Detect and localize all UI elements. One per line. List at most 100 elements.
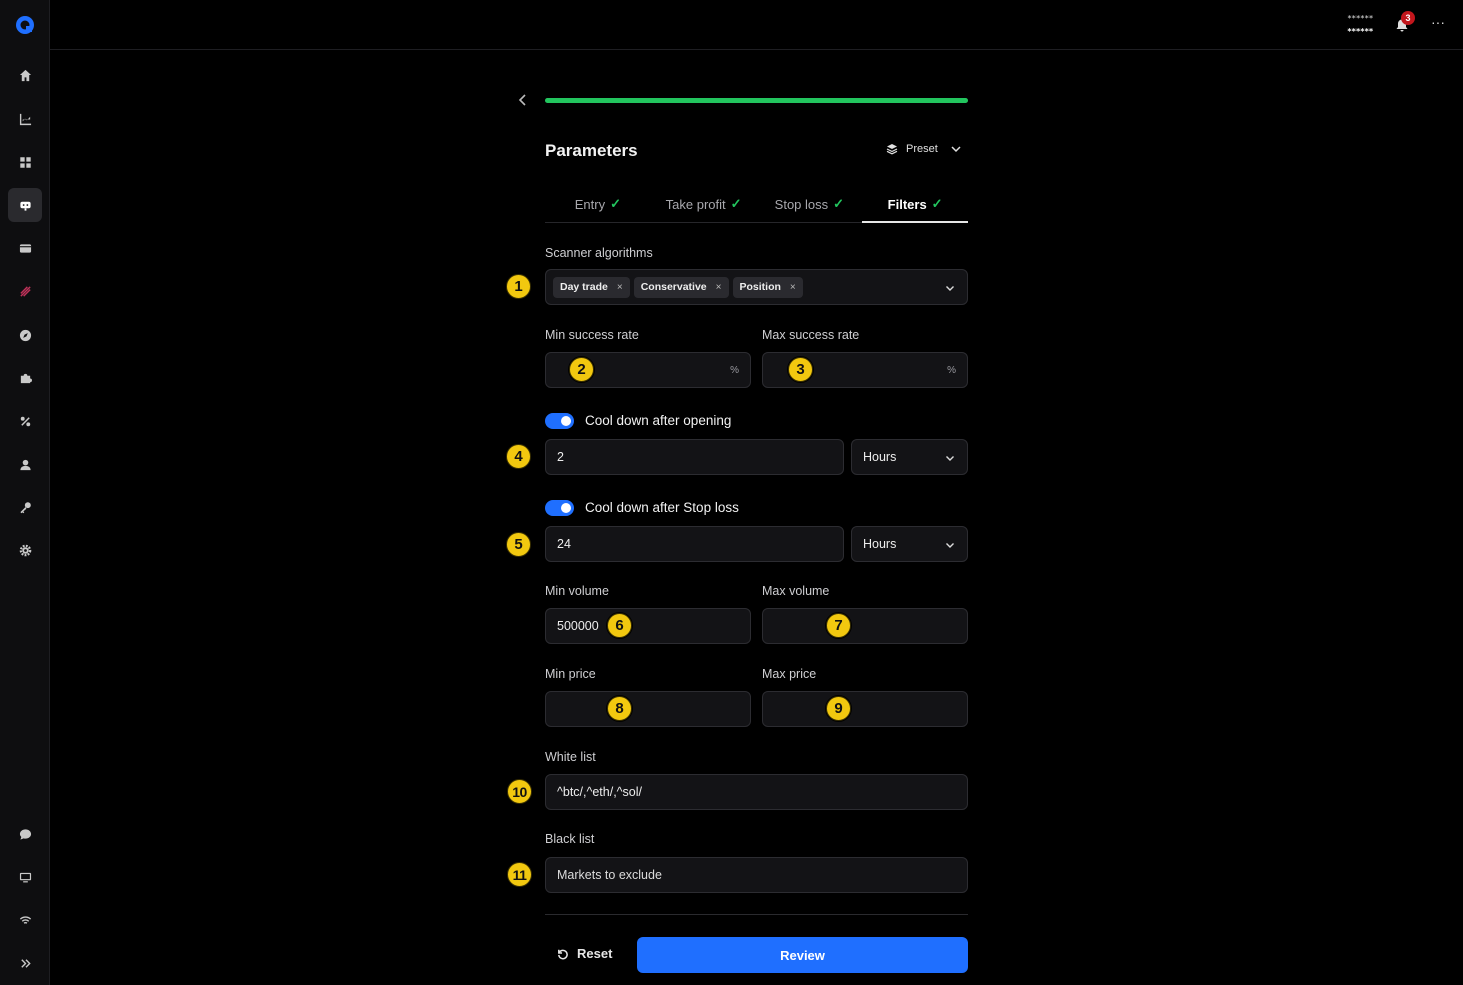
whitelist-input[interactable]: ^btc/,^eth/,^sol/ xyxy=(545,774,968,810)
preset-label: Preset xyxy=(906,143,938,155)
chip-remove-icon[interactable]: × xyxy=(716,282,722,293)
nav-user-icon[interactable] xyxy=(8,447,42,481)
more-menu-icon[interactable]: ··· xyxy=(1431,14,1445,30)
nav-grid-icon[interactable] xyxy=(8,145,42,179)
nav-monitor-icon[interactable] xyxy=(8,860,42,894)
blacklist-input[interactable]: Markets to exclude xyxy=(545,857,968,893)
layers-icon xyxy=(886,144,898,155)
nav-home-icon[interactable] xyxy=(8,58,42,92)
chip-position: Position × xyxy=(732,276,803,298)
review-button[interactable]: Review xyxy=(637,937,968,973)
cooldown-stoploss-unit: Hours xyxy=(863,537,897,551)
min-price-input[interactable] xyxy=(545,691,751,727)
max-price-label: Max price xyxy=(762,667,817,681)
sidebar xyxy=(0,0,50,985)
whitelist-label: White list xyxy=(545,750,596,764)
percent-suffix: % xyxy=(730,364,739,376)
min-success-rate-label: Min success rate xyxy=(545,328,639,342)
nav-wallet-icon[interactable] xyxy=(8,231,42,265)
check-icon: ✓ xyxy=(610,196,621,211)
cooldown-stoploss-value: 24 xyxy=(557,537,571,551)
chevron-down-icon xyxy=(946,456,954,461)
wizard-progress-bar xyxy=(545,98,968,103)
back-chevron-icon[interactable] xyxy=(515,92,531,108)
check-icon: ✓ xyxy=(833,196,845,211)
scanner-algorithms-label: Scanner algorithms xyxy=(545,246,653,260)
annotation-marker: 6 xyxy=(607,613,632,638)
max-volume-label: Max volume xyxy=(762,584,830,598)
nav-bot-icon[interactable] xyxy=(8,188,42,222)
max-price-input[interactable] xyxy=(762,691,968,727)
check-icon: ✓ xyxy=(730,196,742,211)
chip-remove-icon[interactable]: × xyxy=(790,282,796,293)
top-bar: ****** ****** 3 ··· xyxy=(50,0,1463,50)
chip-day-trade: Day trade × xyxy=(553,276,630,298)
chip-label: Day trade xyxy=(560,281,608,293)
tab-entry[interactable]: Entry ✓ xyxy=(545,186,651,222)
nav-expand-icon[interactable] xyxy=(8,946,42,980)
min-volume-input[interactable]: 500000 xyxy=(545,608,751,644)
annotation-marker: 5 xyxy=(506,532,531,557)
scanner-algorithms-select[interactable]: Day trade × Conservative × Position × xyxy=(545,269,968,305)
reset-button[interactable]: Reset xyxy=(556,946,612,961)
min-volume-label: Min volume xyxy=(545,584,609,598)
nav-chat-icon[interactable] xyxy=(8,817,42,851)
annotation-marker: 8 xyxy=(607,696,632,721)
min-price-label: Min price xyxy=(545,667,596,681)
cooldown-stoploss-toggle[interactable] xyxy=(545,500,574,516)
nav-key-icon[interactable] xyxy=(8,490,42,524)
cooldown-opening-unit: Hours xyxy=(863,450,897,464)
chip-conservative: Conservative × xyxy=(633,276,729,298)
chip-label: Position xyxy=(739,281,781,293)
nav-compass-icon[interactable] xyxy=(8,318,42,352)
tab-label: Filters xyxy=(887,196,927,212)
chip-label: Conservative xyxy=(640,281,707,293)
page-title: Parameters xyxy=(545,141,638,160)
check-icon: ✓ xyxy=(931,196,943,211)
nav-chart-icon[interactable] xyxy=(8,102,42,136)
percent-suffix: % xyxy=(947,364,956,376)
blacklist-label: Black list xyxy=(545,832,595,846)
whitelist-value: ^btc/,^eth/,^sol/ xyxy=(557,785,642,799)
chevron-down-icon xyxy=(946,286,954,291)
cooldown-opening-toggle[interactable] xyxy=(545,413,574,429)
cooldown-stoploss-unit-select[interactable]: Hours xyxy=(851,526,968,562)
user-account[interactable]: ****** ****** xyxy=(1347,12,1373,38)
nav-settings-icon[interactable] xyxy=(8,533,42,567)
tab-stop-loss[interactable]: Stop loss ✓ xyxy=(757,186,863,222)
parameter-tabs: Entry ✓ Take profit ✓ Stop loss ✓ Filters ✓ xyxy=(545,186,968,223)
tab-label: Stop loss xyxy=(774,196,829,212)
tab-take-profit[interactable]: Take profit ✓ xyxy=(651,186,757,222)
annotation-marker: 7 xyxy=(826,613,851,638)
annotation-marker: 1 xyxy=(506,274,531,299)
annotation-marker: 10 xyxy=(507,779,532,804)
tab-filters[interactable]: Filters ✓ xyxy=(862,186,968,223)
min-volume-value: 500000 xyxy=(557,619,599,633)
preset-dropdown[interactable]: Preset xyxy=(886,143,962,155)
nav-signals-icon[interactable] xyxy=(8,274,42,308)
cooldown-opening-label: Cool down after opening xyxy=(585,413,732,428)
chevron-down-icon xyxy=(951,146,961,153)
max-volume-input[interactable] xyxy=(762,608,968,644)
max-success-rate-label: Max success rate xyxy=(762,328,860,342)
nav-percent-icon[interactable] xyxy=(8,404,42,438)
progress-fill xyxy=(545,98,968,103)
reset-label: Reset xyxy=(577,946,613,961)
app-logo-icon[interactable] xyxy=(15,15,35,35)
nav-puzzle-icon[interactable] xyxy=(8,361,42,395)
cooldown-stoploss-input[interactable]: 24 xyxy=(545,526,844,562)
cooldown-opening-value: 2 xyxy=(557,450,564,464)
chip-remove-icon[interactable]: × xyxy=(617,282,623,293)
user-balance: ****** xyxy=(1347,27,1373,36)
chevron-down-icon xyxy=(946,543,954,548)
user-name: ****** xyxy=(1347,14,1373,23)
annotation-marker: 2 xyxy=(569,357,594,382)
reset-icon xyxy=(558,949,568,960)
annotation-marker: 9 xyxy=(826,696,851,721)
nav-wifi-icon[interactable] xyxy=(8,903,42,937)
footer-divider xyxy=(545,914,968,915)
cooldown-opening-unit-select[interactable]: Hours xyxy=(851,439,968,475)
annotation-marker: 4 xyxy=(506,444,531,469)
notification-badge: 3 xyxy=(1401,11,1415,25)
cooldown-opening-input[interactable]: 2 xyxy=(545,439,844,475)
